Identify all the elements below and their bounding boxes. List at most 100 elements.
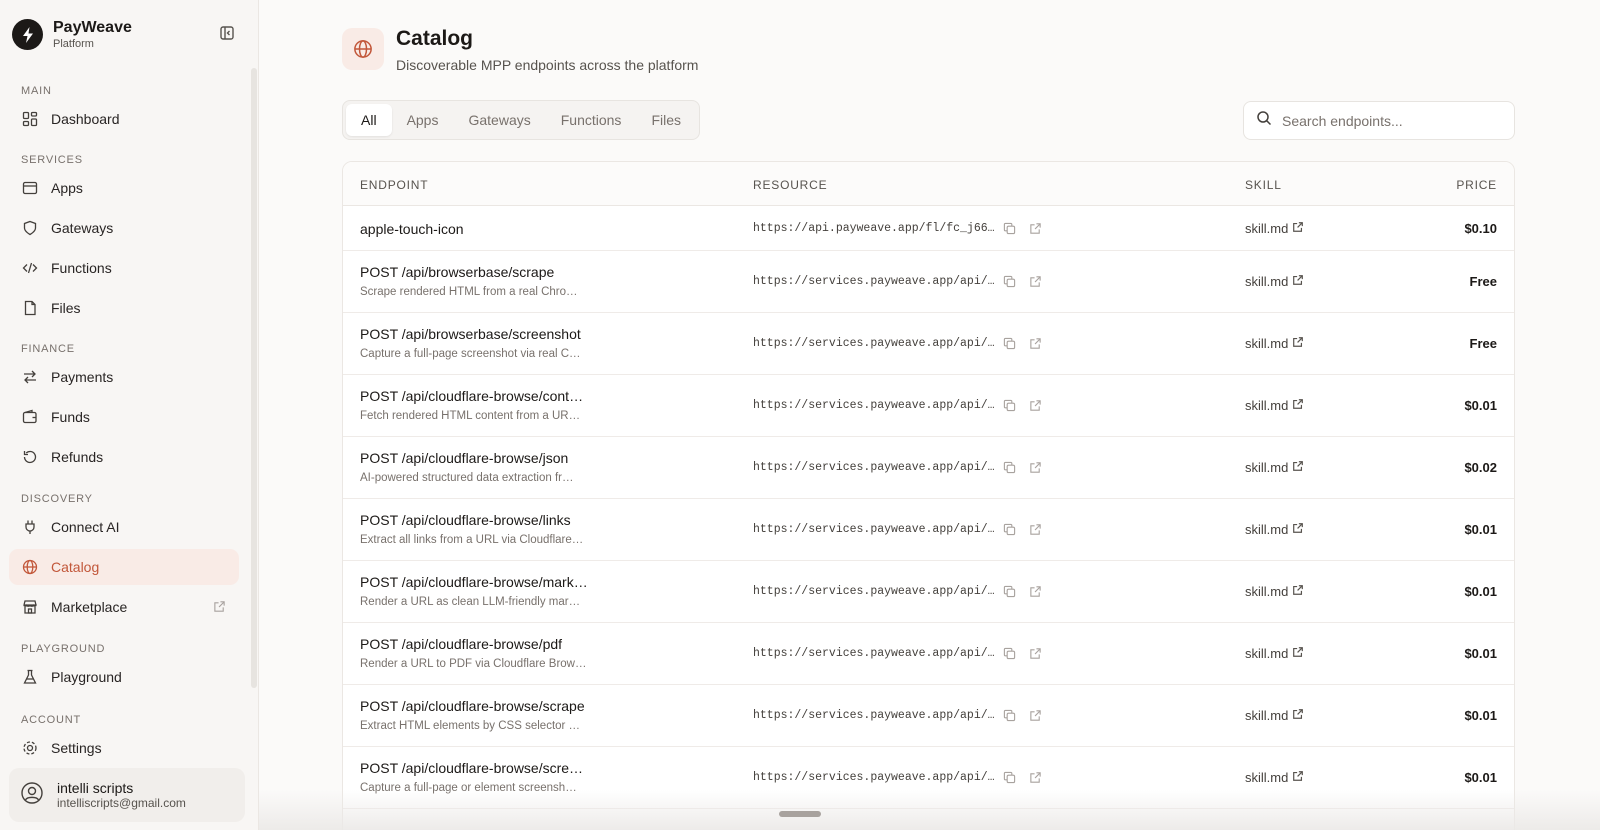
copy-icon[interactable] — [1003, 585, 1017, 599]
sidebar-item-marketplace[interactable]: Marketplace — [9, 589, 239, 625]
sidebar-item-playground[interactable]: Playground — [9, 659, 239, 695]
skill-link-label: skill.md — [1245, 708, 1289, 723]
sidebar-item-label: Files — [51, 300, 81, 316]
copy-icon[interactable] — [1003, 709, 1017, 723]
tab-apps[interactable]: Apps — [392, 104, 454, 136]
table-row[interactable]: POST /api/browserbase/screenshot Capture … — [343, 313, 1514, 375]
table-row[interactable]: POST /api/cloudflare-browse/json AI-power… — [343, 437, 1514, 499]
open-link-icon[interactable] — [1029, 222, 1043, 236]
skill-link[interactable]: skill.md — [1245, 770, 1304, 785]
price-value: $0.01 — [1464, 708, 1497, 723]
sidebar-item-label: Connect AI — [51, 519, 120, 535]
sidebar-nav: MAIN Dashboard SERVICES Apps Gateways Fu… — [0, 78, 259, 768]
sidebar-item-connect-ai[interactable]: Connect AI — [9, 509, 239, 545]
open-link-icon[interactable] — [1029, 771, 1043, 785]
sidebar-item-label: Catalog — [51, 559, 100, 575]
resource-url: https://services.payweave.app/api/… — [753, 275, 995, 288]
column-header-price[interactable]: PRICE — [1456, 178, 1497, 192]
collapse-sidebar-icon[interactable] — [218, 24, 236, 42]
open-link-icon[interactable] — [1029, 461, 1043, 475]
skill-link[interactable]: skill.md — [1245, 274, 1304, 289]
main-content: Catalog Discoverable MPP endpoints acros… — [259, 0, 1600, 830]
endpoint-description: Extract HTML elements by CSS selector … — [360, 720, 581, 732]
open-link-icon[interactable] — [1029, 585, 1043, 599]
open-link-icon[interactable] — [1029, 337, 1043, 351]
skill-link-label: skill.md — [1245, 220, 1289, 236]
skill-link[interactable]: skill.md — [1245, 336, 1304, 351]
sidebar-item-refunds[interactable]: Refunds — [9, 439, 239, 475]
external-link-icon — [1288, 221, 1304, 236]
sidebar-item-label: Playground — [51, 669, 122, 685]
tab-gateways[interactable]: Gateways — [453, 104, 545, 136]
table-row[interactable]: POST /api/browserbase/scrape Scrape rende… — [343, 251, 1514, 313]
copy-icon[interactable] — [1003, 771, 1017, 785]
file-icon — [21, 299, 39, 317]
skill-link[interactable]: skill.md — [1245, 221, 1304, 236]
tab-files[interactable]: Files — [636, 104, 696, 136]
user-name: intelli scripts — [57, 779, 134, 796]
sidebar-item-label: Marketplace — [51, 599, 128, 615]
open-link-icon[interactable] — [1029, 275, 1043, 289]
sidebar-item-label: Dashboard — [51, 111, 120, 127]
resource-url: https://services.payweave.app/api/… — [753, 585, 995, 598]
open-link-icon[interactable] — [1029, 647, 1043, 661]
column-header-resource[interactable]: RESOURCE — [753, 178, 827, 192]
skill-link[interactable]: skill.md — [1245, 584, 1304, 599]
sidebar-item-payments[interactable]: Payments — [9, 359, 239, 395]
skill-link-label: skill.md — [1245, 770, 1289, 785]
user-email: intelliscripts@gmail.com — [57, 795, 186, 810]
external-link-icon — [1288, 646, 1304, 661]
table-row[interactable]: POST /api/cloudflare-browse/cont… Fetch r… — [343, 375, 1514, 437]
copy-icon[interactable] — [1003, 222, 1017, 236]
nav-section-label: FINANCE — [21, 343, 75, 355]
table-row[interactable]: POST /api/cloudflare-browse/scrape Extrac… — [343, 685, 1514, 747]
sidebar-item-label: Apps — [51, 180, 83, 196]
copy-icon[interactable] — [1003, 337, 1017, 351]
skill-link[interactable]: skill.md — [1245, 708, 1304, 723]
sidebar-item-funds[interactable]: Funds — [9, 399, 239, 435]
sidebar-item-functions[interactable]: Functions — [9, 250, 239, 286]
sidebar-item-files[interactable]: Files — [9, 290, 239, 326]
sidebar-item-gateways[interactable]: Gateways — [9, 210, 239, 246]
skill-link-label: skill.md — [1245, 646, 1289, 661]
skill-link[interactable]: skill.md — [1245, 646, 1304, 661]
sidebar-scrollbar[interactable] — [251, 68, 257, 688]
user-account-card[interactable]: intelli scripts intelliscripts@gmail.com — [9, 768, 245, 822]
page-title: Catalog — [396, 27, 474, 50]
sidebar-item-settings[interactable]: Settings — [9, 730, 239, 766]
scroll-handle[interactable] — [779, 811, 821, 817]
copy-icon[interactable] — [1003, 275, 1017, 289]
table-row[interactable]: POST /api/cloudflare-browse/scre… Capture… — [343, 747, 1514, 809]
copy-icon[interactable] — [1003, 647, 1017, 661]
skill-link[interactable]: skill.md — [1245, 460, 1304, 475]
brand[interactable]: PayWeave Platform — [12, 18, 132, 51]
sidebar-item-catalog[interactable]: Catalog — [9, 549, 239, 585]
table-row[interactable]: POST /api/cloudflare-browse/pdf Render a … — [343, 623, 1514, 685]
table-row[interactable]: POST /api/cloudflare-browse/links Extract… — [343, 499, 1514, 561]
skill-link[interactable]: skill.md — [1245, 522, 1304, 537]
endpoint-name: POST /api/browserbase/screenshot — [360, 326, 581, 342]
table-row[interactable]: apple-touch-icon https://api.payweave.app… — [343, 206, 1514, 251]
open-link-icon[interactable] — [1029, 399, 1043, 413]
tab-functions[interactable]: Functions — [546, 104, 637, 136]
external-link-icon — [1288, 460, 1304, 475]
arrows-icon — [21, 368, 39, 386]
sidebar-item-dashboard[interactable]: Dashboard — [9, 101, 239, 137]
open-link-icon[interactable] — [1029, 523, 1043, 537]
price-value: Free — [1469, 274, 1497, 289]
open-link-icon[interactable] — [1029, 709, 1043, 723]
column-header-endpoint[interactable]: ENDPOINT — [360, 178, 428, 192]
globe-icon — [21, 558, 39, 576]
table-row[interactable]: POST /api/cloudflare-browse/mark… Render … — [343, 561, 1514, 623]
endpoint-name: POST /api/cloudflare-browse/pdf — [360, 636, 563, 652]
endpoint-description: Capture a full-page or element screensh… — [360, 782, 577, 794]
sidebar-item-apps[interactable]: Apps — [9, 170, 239, 206]
price-value: $0.02 — [1464, 460, 1497, 475]
copy-icon[interactable] — [1003, 523, 1017, 537]
search-input[interactable] — [1282, 112, 1502, 129]
copy-icon[interactable] — [1003, 399, 1017, 413]
skill-link[interactable]: skill.md — [1245, 398, 1304, 413]
tab-all[interactable]: All — [346, 104, 392, 136]
copy-icon[interactable] — [1003, 461, 1017, 475]
column-header-skill[interactable]: SKILL — [1245, 178, 1282, 192]
